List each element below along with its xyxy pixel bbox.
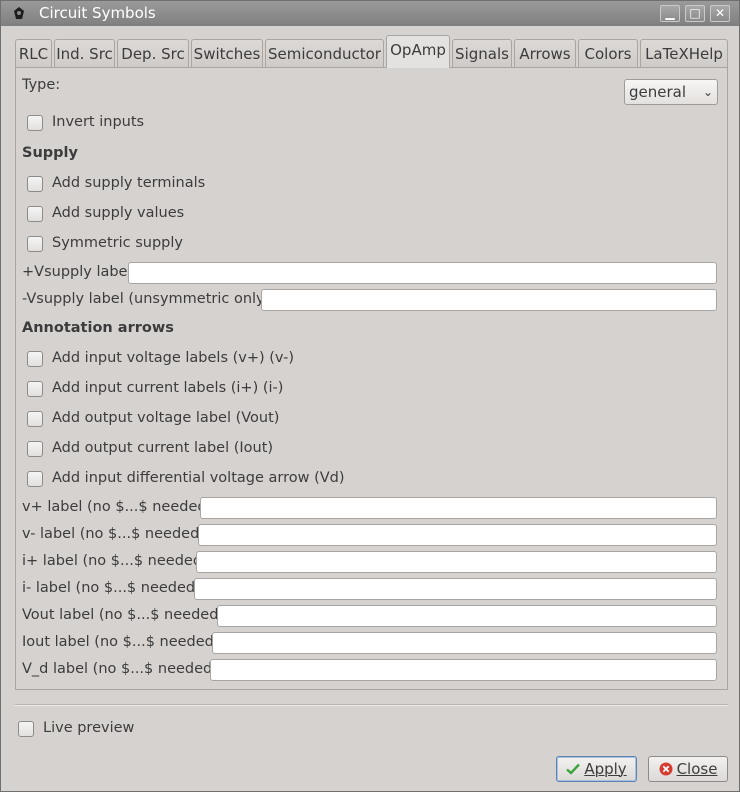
add-input-diff-label[interactable]: Add input differential voltage arrow (Vd…	[52, 470, 345, 486]
type-select[interactable]: general ⌄	[624, 79, 718, 105]
vplus-supply-input[interactable]	[128, 262, 717, 284]
tab-opamp[interactable]: OpAmp	[386, 35, 450, 68]
dialog-window: Circuit Symbols ▁ □ ✕ RLC Ind. Src Dep. …	[0, 0, 740, 792]
close-label: Close	[676, 760, 718, 778]
type-label: Type:	[22, 77, 61, 93]
vd-label-input[interactable]	[210, 659, 717, 681]
vminus-label-label: v- label (no $...$ needed)	[22, 526, 205, 542]
add-input-current-checkbox[interactable]	[27, 381, 43, 397]
chevron-down-icon: ⌄	[702, 85, 713, 99]
add-output-current-checkbox[interactable]	[27, 441, 43, 457]
vplus-supply-label: +Vsupply label	[22, 264, 132, 280]
add-input-voltage-label[interactable]: Add input voltage labels (v+) (v-)	[52, 350, 294, 366]
apply-label: Apply	[584, 760, 627, 778]
minimize-button[interactable]: ▁	[660, 5, 680, 22]
vminus-supply-label: -Vsupply label (unsymmetric only)	[22, 291, 271, 307]
maximize-icon: □	[689, 6, 701, 20]
tab-colors[interactable]: Colors	[578, 39, 638, 67]
iout-label-label: Iout label (no $...$ needed)	[22, 634, 220, 650]
checkmark-icon	[566, 763, 581, 775]
add-input-voltage-checkbox[interactable]	[27, 351, 43, 367]
vminus-supply-input[interactable]	[261, 289, 717, 311]
tab-semiconductor[interactable]: Semiconductor	[265, 39, 384, 67]
divider	[15, 704, 728, 706]
tab-rlc[interactable]: RLC	[15, 39, 52, 67]
window-title: Circuit Symbols	[39, 4, 156, 22]
vminus-label-input[interactable]	[198, 524, 717, 546]
invert-inputs-label[interactable]: Invert inputs	[52, 114, 144, 130]
vplus-label-label: v+ label (no $...$ needed)	[22, 499, 213, 515]
vout-label-label: Vout label (no $...$ needed)	[22, 607, 225, 623]
apply-button[interactable]: Apply	[556, 756, 637, 782]
add-supply-terminals-label[interactable]: Add supply terminals	[52, 175, 205, 191]
add-input-current-label[interactable]: Add input current labels (i+) (i-)	[52, 380, 283, 396]
iminus-label-input[interactable]	[194, 578, 717, 600]
vplus-label-input[interactable]	[200, 497, 717, 519]
supply-heading: Supply	[22, 145, 78, 161]
add-input-diff-checkbox[interactable]	[27, 471, 43, 487]
symmetric-supply-label[interactable]: Symmetric supply	[52, 235, 183, 251]
tab-latexhelp[interactable]: LaTeXHelp	[640, 39, 728, 67]
iplus-label-input[interactable]	[196, 551, 717, 573]
minimize-icon: ▁	[665, 6, 675, 20]
title-bar[interactable]: Circuit Symbols ▁ □ ✕	[1, 1, 739, 26]
close-button[interactable]: Close	[648, 756, 728, 782]
add-output-voltage-checkbox[interactable]	[27, 411, 43, 427]
tab-signals[interactable]: Signals	[452, 39, 512, 67]
tab-switches[interactable]: Switches	[191, 39, 263, 67]
invert-inputs-checkbox[interactable]	[27, 115, 43, 131]
add-output-voltage-label[interactable]: Add output voltage label (Vout)	[52, 410, 279, 426]
add-supply-values-checkbox[interactable]	[27, 206, 43, 222]
tab-ind-src[interactable]: Ind. Src	[54, 39, 115, 67]
close-circle-icon	[659, 762, 673, 776]
tab-arrows[interactable]: Arrows	[514, 39, 576, 67]
add-supply-terminals-checkbox[interactable]	[27, 176, 43, 192]
vout-label-input[interactable]	[217, 605, 717, 627]
add-output-current-label[interactable]: Add output current label (Iout)	[52, 440, 273, 456]
maximize-button[interactable]: □	[685, 5, 705, 22]
add-supply-values-label[interactable]: Add supply values	[52, 205, 184, 221]
live-preview-checkbox[interactable]	[18, 721, 34, 737]
app-icon	[14, 7, 24, 19]
iout-label-input[interactable]	[212, 632, 717, 654]
symmetric-supply-checkbox[interactable]	[27, 236, 43, 252]
type-select-value: general	[629, 83, 687, 101]
close-icon: ✕	[714, 6, 726, 20]
close-window-button[interactable]: ✕	[710, 5, 730, 22]
annotation-arrows-heading: Annotation arrows	[22, 320, 174, 336]
tab-dep-src[interactable]: Dep. Src	[117, 39, 189, 67]
iminus-label-label: i- label (no $...$ needed)	[22, 580, 201, 596]
vd-label-label: V_d label (no $...$ needed)	[22, 661, 218, 677]
iplus-label-label: i+ label (no $...$ needed)	[22, 553, 208, 569]
live-preview-label[interactable]: Live preview	[43, 720, 134, 736]
